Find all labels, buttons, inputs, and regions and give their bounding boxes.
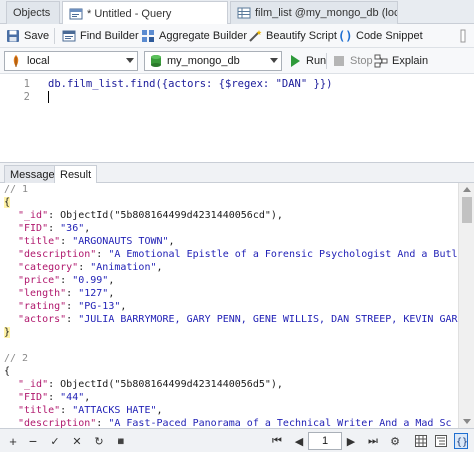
aggregate-builder-icon [141, 29, 155, 43]
tab-label: film_list @my_mongo_db (loc... [255, 7, 398, 19]
table-icon [237, 7, 251, 19]
database-icon [149, 54, 163, 68]
tab-result[interactable]: Result [54, 165, 98, 183]
last-page-icon[interactable]: ⏭ [366, 433, 380, 449]
page-number-input[interactable]: 1 [308, 432, 342, 450]
previous-page-icon[interactable]: ◀ [292, 433, 306, 449]
cancel-icon[interactable]: ✕ [70, 433, 84, 449]
scroll-up-icon[interactable] [463, 187, 471, 192]
grid-view-icon[interactable] [414, 433, 428, 449]
result-field: "title": "ARGONAUTS TOWN", [18, 236, 175, 247]
play-icon [288, 54, 302, 68]
json-view-icon[interactable]: {} [454, 433, 468, 449]
open-brace: { [4, 197, 11, 208]
stop-button[interactable]: Stop [332, 52, 373, 70]
result-field: "category": "Animation", [18, 262, 163, 273]
document-comment: // 1 [4, 184, 29, 195]
code-snippet-icon: () [338, 29, 353, 43]
explain-button[interactable]: Explain [374, 52, 428, 70]
query-editor[interactable]: 1 db.film_list.find({actors: {$regex: "D… [0, 74, 474, 162]
find-builder-icon [62, 29, 76, 43]
refresh-icon[interactable]: ↻ [92, 433, 106, 449]
tab-bar: Objects * Untitled - Query film_list @my… [0, 0, 474, 25]
tab-film-list[interactable]: film_list @my_mongo_db (loc... [230, 1, 398, 24]
magic-wand-icon [248, 29, 262, 43]
add-icon[interactable]: + [6, 433, 20, 449]
database-select[interactable]: my_mongo_db [144, 51, 282, 71]
result-field: "price": "0.99", [18, 275, 115, 286]
save-icon [6, 29, 20, 43]
text-cursor [48, 91, 49, 103]
explain-icon [374, 54, 388, 68]
tab-message[interactable]: Message [4, 165, 61, 183]
result-view[interactable]: // 1 { "_id": ObjectId("5b808164499d4231… [0, 183, 458, 428]
result-field: "description": "A Emotional Epistle of a… [18, 249, 458, 260]
query-icon [69, 8, 83, 20]
result-tabs: Message Result [0, 163, 474, 183]
check-icon[interactable]: ✓ [48, 433, 62, 449]
server-icon [9, 54, 23, 68]
aggregate-builder-button[interactable]: Aggregate Builder [141, 27, 247, 45]
result-field: "title": "ATTACKS HATE", [18, 405, 163, 416]
tab-untitled-query[interactable]: * Untitled - Query [62, 1, 228, 25]
result-field: "FID": "36", [18, 223, 91, 234]
toolbar-overflow-icon [456, 29, 470, 43]
find-builder-button[interactable]: Find Builder [62, 27, 139, 45]
svg-text:{}: {} [456, 437, 467, 447]
chevron-down-icon [270, 58, 278, 63]
result-field: "_id": ObjectId("5b808164499d4231440056c… [18, 210, 283, 221]
scroll-down-icon[interactable] [463, 419, 471, 424]
save-button[interactable]: Save [6, 27, 49, 45]
toolbar-overflow-button[interactable] [456, 27, 474, 45]
query-toolbar: Save Find Builder Aggregate Builder Beau… [0, 24, 474, 48]
result-field: "rating": "PG-13", [18, 301, 127, 312]
result-footer: + − ✓ ✕ ↻ ◾ ⏮ ◀ 1 ▶ ⏭ ⚙ {} [0, 428, 474, 452]
open-brace: { [4, 366, 11, 377]
tab-label: * Untitled - Query [87, 7, 172, 20]
code-line: db.film_list.find({actors: {$regex: "DAN… [48, 78, 333, 90]
line-number: 2 [23, 91, 30, 103]
toolbar-divider [54, 28, 55, 44]
settings-icon[interactable]: ⚙ [388, 433, 402, 449]
first-page-icon[interactable]: ⏮ [270, 433, 284, 449]
scroll-thumb[interactable] [462, 197, 472, 223]
code-snippet-button[interactable]: () Code Snippet [338, 27, 423, 45]
next-page-icon[interactable]: ▶ [344, 433, 358, 449]
stop-icon [332, 54, 346, 68]
tab-label: Objects [13, 7, 51, 19]
tree-view-icon[interactable] [434, 433, 448, 449]
chevron-down-icon [126, 58, 134, 63]
beautify-script-button[interactable]: Beautify Script [248, 27, 337, 45]
result-field: "length": "127", [18, 288, 115, 299]
tab-objects[interactable]: Objects [6, 1, 60, 24]
result-scrollbar[interactable] [458, 183, 474, 428]
connection-toolbar: local my_mongo_db Run Stop Explain [0, 48, 474, 74]
stop-icon[interactable]: ◾ [114, 433, 128, 449]
toolbar-divider [326, 53, 327, 69]
result-field: "_id": ObjectId("5b808164499d4231440056d… [18, 379, 283, 390]
result-field: "description": "A Fast-Paced Panorama of… [18, 418, 452, 428]
server-select[interactable]: local [4, 51, 138, 71]
result-field: "FID": "44", [18, 392, 91, 403]
document-comment: // 2 [4, 353, 29, 364]
run-button[interactable]: Run [288, 52, 326, 70]
close-brace: } [4, 327, 11, 338]
remove-icon[interactable]: − [26, 433, 40, 449]
line-number: 1 [23, 78, 30, 90]
result-field: "actors": "JULIA BARRYMORE, GARY PENN, G… [18, 314, 458, 325]
